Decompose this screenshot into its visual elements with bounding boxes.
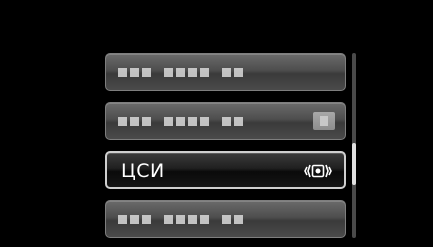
menu-item-dis[interactable]: ЦСИ <box>105 151 346 189</box>
menu-item-label: ЦСИ <box>121 160 165 182</box>
obscured-label <box>118 117 243 126</box>
menu-item-2[interactable] <box>105 102 346 140</box>
setting-value-icon <box>313 112 335 130</box>
scrollbar-thumb[interactable] <box>352 143 356 185</box>
menu-scrollbar[interactable] <box>352 53 356 238</box>
obscured-label <box>118 68 243 77</box>
menu-item-4[interactable] <box>105 200 346 238</box>
obscured-label <box>118 215 243 224</box>
camera-menu-screen: ЦСИ <box>0 0 433 247</box>
menu-item-1[interactable] <box>105 53 346 91</box>
dis-vibration-icon <box>304 164 332 178</box>
